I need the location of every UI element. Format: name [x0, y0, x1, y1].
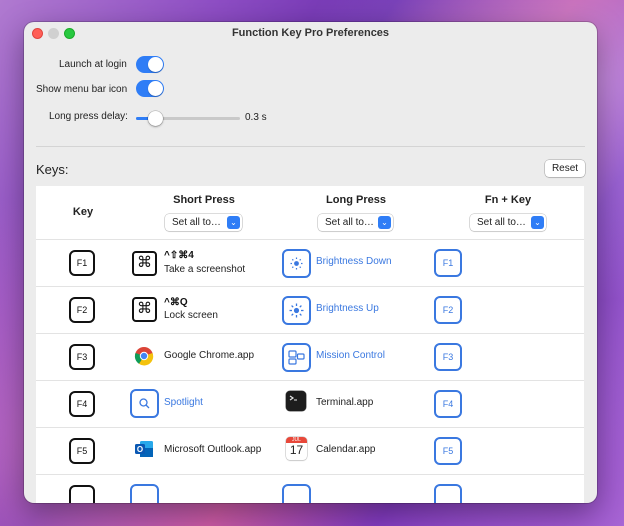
long-press-delay-label: Long press delay: — [49, 111, 128, 122]
title-bar: Function Key Pro Preferences — [24, 22, 597, 44]
key-partial — [69, 485, 95, 503]
set-all-label: Set all to… — [172, 217, 221, 228]
short-press-set-all-select[interactable]: Set all to… ⌄ — [165, 214, 242, 231]
row-divider — [36, 427, 584, 428]
search-icon[interactable] — [130, 389, 159, 418]
launch-at-login-toggle[interactable] — [136, 56, 164, 73]
set-all-label: Set all to… — [325, 217, 374, 228]
key-f3: F3 — [69, 344, 95, 370]
keys-heading: Keys: — [36, 162, 69, 177]
row-divider — [36, 474, 584, 475]
svg-text:O: O — [137, 445, 143, 454]
outlook-icon: O — [133, 438, 155, 465]
long-press-set-all-select[interactable]: Set all to… ⌄ — [318, 214, 393, 231]
key-f2: F2 — [69, 297, 95, 323]
short-press-action[interactable]: Spotlight — [164, 397, 203, 408]
long-press-action: Calendar.app — [316, 444, 376, 455]
terminal-icon — [286, 391, 306, 411]
short-press-label: Lock screen — [164, 310, 218, 321]
chevron-down-icon: ⌄ — [378, 216, 391, 229]
key-f5: F5 — [69, 438, 95, 464]
keys-table: Key Short Press Long Press Fn + Key Set … — [36, 186, 584, 503]
column-header-short-press: Short Press — [173, 194, 235, 206]
chevron-down-icon: ⌄ — [531, 216, 544, 229]
brightness-down-icon[interactable] — [282, 249, 311, 278]
key-f1: F1 — [69, 250, 95, 276]
short-press-action: Microsoft Outlook.app — [164, 444, 262, 455]
fn-key-f4[interactable]: F4 — [434, 390, 462, 418]
short-press-shortcut: ^⌘Q — [164, 297, 188, 308]
chevron-down-icon: ⌄ — [227, 216, 240, 229]
short-press-label: Take a screenshot — [164, 264, 246, 275]
show-menu-bar-icon-label: Show menu bar icon — [36, 84, 128, 95]
long-press-action: Terminal.app — [316, 397, 374, 408]
row-divider — [36, 239, 584, 240]
long-press-action[interactable]: Mission Control — [316, 350, 385, 361]
key-f4: F4 — [69, 391, 95, 417]
command-icon: ⌘ — [132, 297, 157, 322]
row-divider — [36, 380, 584, 381]
brightness-up-icon[interactable] — [282, 296, 311, 325]
slider-knob[interactable] — [148, 111, 163, 126]
preferences-window: Function Key Pro Preferences Launch at l… — [24, 22, 597, 503]
row-divider — [36, 286, 584, 287]
row-divider — [36, 333, 584, 334]
section-divider — [36, 146, 585, 147]
reset-button[interactable]: Reset — [545, 160, 585, 177]
column-header-fn-key: Fn + Key — [484, 194, 532, 206]
column-header-long-press: Long Press — [326, 194, 386, 206]
fn-key-set-all-select[interactable]: Set all to… ⌄ — [470, 214, 546, 231]
fn-key-f2[interactable]: F2 — [434, 296, 462, 324]
fn-key-f3[interactable]: F3 — [434, 343, 462, 371]
long-press-action[interactable]: Brightness Down — [316, 256, 392, 267]
mission-control-icon[interactable] — [282, 343, 311, 372]
chrome-icon — [134, 346, 154, 371]
calendar-day: 17 — [289, 443, 304, 457]
long-press-delay-slider[interactable] — [136, 111, 240, 126]
calendar-icon: JUL 17 — [286, 437, 307, 460]
set-all-label: Set all to… — [477, 217, 526, 228]
launch-at-login-label: Launch at login — [59, 59, 127, 70]
action-icon[interactable] — [130, 484, 159, 503]
command-icon: ⌘ — [132, 251, 157, 276]
short-press-action: Google Chrome.app — [164, 350, 255, 361]
column-header-key: Key — [72, 206, 94, 218]
short-press-shortcut: ^⇧⌘4 — [164, 250, 194, 261]
fn-key-f5[interactable]: F5 — [434, 437, 462, 465]
show-menu-bar-icon-toggle[interactable] — [136, 80, 164, 97]
fn-key-f1[interactable]: F1 — [434, 249, 462, 277]
window-title: Function Key Pro Preferences — [231, 27, 390, 39]
action-icon[interactable] — [282, 484, 311, 503]
fn-key-partial[interactable] — [434, 484, 462, 503]
long-press-delay-value: 0.3 s — [245, 112, 267, 123]
long-press-action[interactable]: Brightness Up — [316, 303, 379, 314]
